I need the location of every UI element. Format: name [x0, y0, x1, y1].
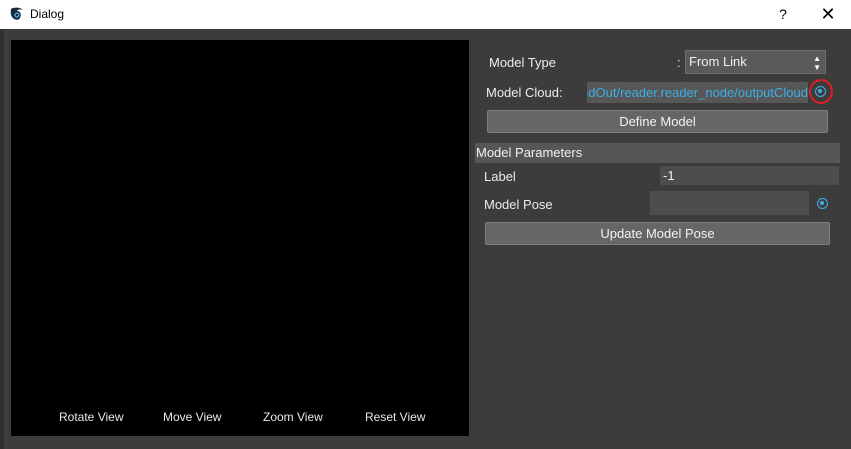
- model-type-separator: :: [677, 55, 681, 70]
- model-type-select[interactable]: From Link ▲ ▼: [685, 50, 826, 74]
- model-pose-input[interactable]: [650, 191, 809, 215]
- model-type-label: Model Type: [489, 55, 556, 70]
- 3d-viewport[interactable]: Rotate View Move View Zoom View Reset Vi…: [11, 40, 469, 436]
- update-model-pose-button[interactable]: Update Model Pose: [485, 222, 830, 245]
- label-input[interactable]: [660, 166, 839, 185]
- spinner-arrows-icon: ▲ ▼: [813, 54, 821, 72]
- model-cloud-label: Model Cloud:: [486, 85, 563, 100]
- window-title: Dialog: [30, 7, 65, 21]
- model-parameters-header: Model Parameters: [475, 143, 840, 163]
- help-button[interactable]: ?: [771, 1, 795, 27]
- rotate-view-button[interactable]: Rotate View: [59, 410, 123, 424]
- reset-view-button[interactable]: Reset View: [365, 410, 425, 424]
- highlight-circle: [809, 79, 833, 104]
- label-field-label: Label: [484, 169, 516, 184]
- close-button[interactable]: ✕: [814, 1, 842, 27]
- model-cloud-link[interactable]: ReadCloudOut/reader.reader_node/outputCl…: [587, 82, 808, 103]
- model-pose-link-radio-icon[interactable]: [817, 198, 828, 209]
- settings-panel: Model Type : From Link ▲▼ Model Cloud: R…: [475, 40, 851, 449]
- title-bar: Dialog ? ✕: [0, 0, 851, 29]
- app-icon: [10, 7, 23, 20]
- model-pose-label: Model Pose: [484, 197, 553, 212]
- move-view-button[interactable]: Move View: [163, 410, 221, 424]
- model-type-value: From Link: [689, 54, 747, 69]
- zoom-view-button[interactable]: Zoom View: [263, 410, 323, 424]
- define-model-button[interactable]: Define Model: [487, 110, 828, 133]
- model-cloud-value: ReadCloudOut/reader.reader_node/outputCl…: [587, 85, 808, 100]
- left-edge: [0, 29, 4, 449]
